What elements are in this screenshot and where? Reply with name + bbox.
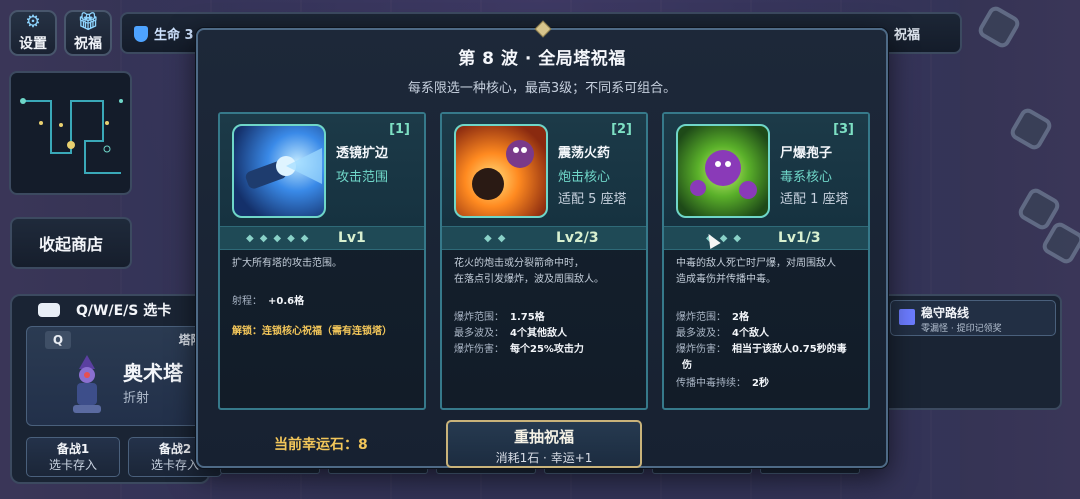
route-option[interactable]: 稳守路线 零漏怪 · 提印记领奖 (890, 300, 1056, 336)
card-header: [1] 透镜扩边 攻击范围 (220, 114, 424, 226)
shield-icon (134, 25, 148, 42)
life-indicator: 生命 3 (134, 24, 194, 43)
route-subtitle: 零漏怪 · 提印记领奖 (921, 324, 1002, 334)
reserve-slot-title: 备战1 (56, 442, 90, 456)
settings-button[interactable]: ⚙ 设置 (9, 10, 57, 56)
gift-icon: 🎁︎ (77, 11, 99, 32)
stat-value: +0.6格 (268, 296, 305, 307)
card-index: [1] (389, 122, 410, 137)
reroll-label: 重抽祝福 (513, 428, 574, 446)
gear-icon: ⚙ (25, 11, 41, 32)
stat-label: 最多波及： (454, 328, 504, 339)
card-stat: 爆炸伤害： 每个25%攻击力 (454, 340, 584, 355)
stat-value: 相当于该敌人0.75秒的毒 (732, 344, 847, 355)
stat-label: 爆炸伤害： (454, 344, 504, 355)
tower-panel-header: Q/W/E/S 选卡 (38, 300, 171, 320)
reroll-cost: 消耗1石 · 幸运+1 (495, 451, 593, 465)
card-level: Lv1 (338, 230, 366, 246)
hotkey-badge: Q (45, 331, 71, 349)
card-level-bar: ◆◆◆◆◆ Lv1 (220, 226, 424, 250)
reroll-button[interactable]: 重抽祝福 消耗1石 · 幸运+1 (446, 420, 642, 468)
keyboard-icon (38, 303, 60, 317)
lens-cannon-icon (232, 124, 326, 218)
card-stat: 爆炸伤害： 相当于该敌人0.75秒的毒 (676, 340, 847, 355)
card-stat: 爆炸范围： 1.75格 (454, 308, 545, 323)
stat-value: 4个敌人 (732, 328, 769, 339)
luck-stone-count: 当前幸运石：8 (274, 437, 368, 453)
stat-label: 爆炸范围： (454, 312, 504, 323)
stat-value: 2秒 (752, 378, 769, 389)
settings-label: 设置 (19, 35, 47, 52)
card-stat: 伤 (676, 356, 692, 371)
poison-spore-icon (676, 124, 770, 218)
stat-label: 射程： (232, 296, 262, 307)
card-core: 攻击范围 (336, 170, 389, 185)
stat-value: 4个其他敌人 (510, 328, 567, 339)
card-level: Lv2/3 (556, 230, 599, 246)
collapse-shop-button[interactable]: 收起商店 (10, 217, 132, 269)
card-stat: 传播中毒持续： 2秒 (676, 374, 769, 389)
card-unlock-note: 解锁：连锁核心祝福（需有连锁塔） (232, 326, 392, 337)
card-name: 尸爆孢子 (780, 146, 833, 161)
blessing-modal: 第 8 波 · 全局塔祝福 每系限选一种核心，最高3级；不同系可组合。 [1] … (196, 20, 888, 468)
desc-line: 中毒的敌人死亡时尸爆，对周围敌人 (676, 258, 836, 269)
card-name: 震荡火药 (558, 146, 611, 161)
reserve-slot-1[interactable]: 备战1 选卡存入 (26, 437, 120, 477)
arcane-tower-icon (73, 355, 101, 413)
modal-subtitle: 每系限选一种核心，最高3级；不同系可组合。 (407, 81, 677, 96)
tower-name: 奥术塔 (123, 361, 183, 385)
blessing-card-1[interactable]: [1] 透镜扩边 攻击范围 ◆◆◆◆◆ Lv1 扩大所有塔的攻击范围。 射程： +… (218, 112, 426, 410)
tower-subtype: 折射 (123, 391, 150, 406)
card-level-bar: ◆◆ Lv2/3 (442, 226, 646, 250)
card-description: 中毒的敌人死亡时尸爆，对周围敌人 造成毒伤并传播中毒。 (676, 256, 858, 288)
card-index: [3] (833, 122, 854, 137)
explosion-bomb-icon (454, 124, 548, 218)
card-name: 透镜扩边 (336, 146, 389, 161)
modal-title: 第 8 波 · 全局塔祝福 (458, 49, 626, 69)
reserve-slot-sub: 选卡存入 (150, 458, 199, 472)
stat-label: 爆炸伤害： (676, 344, 726, 355)
stat-label: 最多波及： (676, 328, 726, 339)
desc-line: 花火的炮击或分裂箭命中时， (454, 258, 584, 269)
card-fit: 适配 1 座塔 (780, 192, 849, 207)
tower-panel-header-label: Q/W/E/S 选卡 (76, 303, 172, 319)
desc-line: 在落点引发爆炸，波及周围敌人。 (454, 274, 604, 285)
blessing-button[interactable]: 🎁︎ 祝福 (64, 10, 112, 56)
card-fit: 适配 5 座塔 (558, 192, 627, 207)
stat-label: 爆炸范围： (676, 312, 726, 323)
strategy-panel: 稳守路线 零漏怪 · 提印记领奖 (880, 294, 1062, 410)
stat-value: 每个25%攻击力 (510, 344, 584, 355)
blessing-card-2[interactable]: [2] 震荡火药 炮击核心 适配 5 座塔 ◆◆ Lv2/3 花火的炮击或分裂箭… (440, 112, 648, 410)
card-stat: 最多波及： 4个敌人 (676, 324, 769, 339)
blessing-card-3[interactable]: [3] 尸爆孢子 毒系核心 适配 1 座塔 ◆◆◆ Lv1/3 中毒的敌人死亡时… (662, 112, 870, 410)
card-description: 花火的炮击或分裂箭命中时， 在落点引发爆炸，波及周围敌人。 (454, 256, 636, 288)
life-label: 生命 3 (154, 28, 194, 43)
blessing-label: 祝福 (74, 35, 102, 52)
level-pips: ◆◆◆◆◆ (246, 233, 315, 244)
desc-line: 扩大所有塔的攻击范围。 (232, 258, 342, 269)
card-header: [3] 尸爆孢子 毒系核心 适配 1 座塔 (664, 114, 868, 226)
card-level-bar: ◆◆◆ Lv1/3 (664, 226, 868, 250)
blessing-indicator-label: 祝福 (893, 28, 920, 43)
reserve-slot-sub: 选卡存入 (48, 458, 97, 472)
card-stat: 最多波及： 4个其他敌人 (454, 324, 567, 339)
card-core: 炮击核心 (558, 170, 611, 185)
minimap[interactable] (9, 71, 132, 195)
stat-value: 2格 (732, 312, 749, 323)
castle-icon (899, 309, 915, 325)
desc-line: 造成毒伤并传播中毒。 (676, 274, 776, 285)
card-stat: 爆炸范围： 2格 (676, 308, 749, 323)
route-title: 稳守路线 (921, 306, 970, 320)
card-index: [2] (611, 122, 632, 137)
card-core: 毒系核心 (780, 170, 833, 185)
stat-value: 伤 (682, 360, 692, 371)
tower-card[interactable]: Q 塔阶1 奥术塔 折射 (26, 326, 212, 426)
card-description: 扩大所有塔的攻击范围。 (232, 256, 414, 272)
card-header: [2] 震荡火药 炮击核心 适配 5 座塔 (442, 114, 646, 226)
level-pips: ◆◆ (484, 233, 512, 244)
card-level: Lv1/3 (778, 230, 821, 246)
card-stat: 射程： +0.6格 (232, 292, 304, 307)
stat-value: 1.75格 (510, 312, 545, 323)
stat-label: 传播中毒持续： (676, 378, 746, 389)
